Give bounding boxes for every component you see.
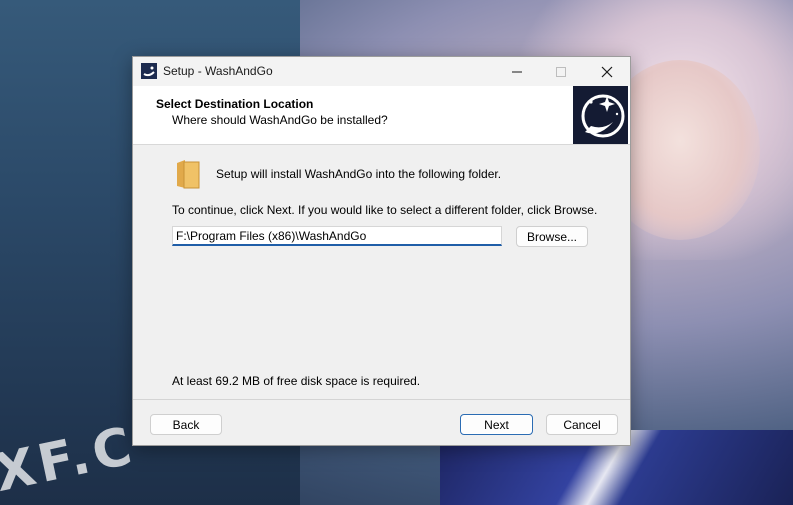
disk-space-text: At least 69.2 MB of free disk space is r… <box>172 374 421 388</box>
title-bar[interactable]: Setup - WashAndGo <box>133 57 630 86</box>
app-icon <box>141 63 157 79</box>
cancel-button[interactable]: Cancel <box>546 414 618 435</box>
close-button[interactable] <box>584 57 630 86</box>
maximize-button[interactable] <box>538 57 584 86</box>
destination-path-input[interactable] <box>172 226 502 246</box>
footer-separator <box>133 399 630 400</box>
minimize-button[interactable] <box>494 57 540 86</box>
intro-text: Setup will install WashAndGo into the fo… <box>216 167 502 181</box>
page-subtitle: Where should WashAndGo be installed? <box>172 113 388 127</box>
wizard-logo-icon <box>573 86 628 144</box>
browse-button[interactable]: Browse... <box>516 226 588 247</box>
next-button[interactable]: Next <box>460 414 533 435</box>
wizard-content: Setup will install WashAndGo into the fo… <box>133 145 630 397</box>
close-icon <box>601 66 613 77</box>
folder-icon <box>175 159 201 189</box>
setup-window: Setup - WashAndGo Select Destination Loc… <box>132 56 631 446</box>
wizard-header: Select Destination Location Where should… <box>133 86 630 145</box>
back-button[interactable]: Back <box>150 414 222 435</box>
instructions-text: To continue, click Next. If you would li… <box>172 203 598 217</box>
page-title: Select Destination Location <box>156 97 314 111</box>
window-title: Setup - WashAndGo <box>163 64 273 78</box>
